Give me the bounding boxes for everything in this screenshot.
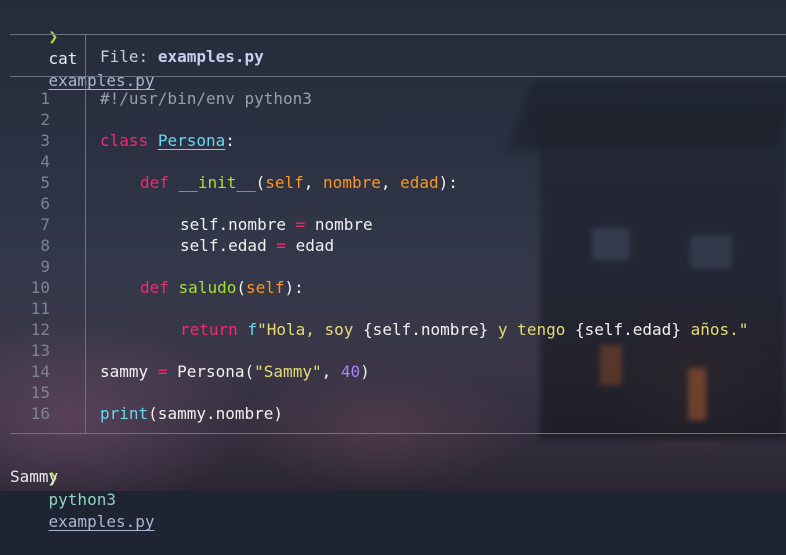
attribute-target: self.edad <box>180 236 267 255</box>
call-args: (sammy.nombre) <box>148 404 284 423</box>
viewer-top-rule <box>10 34 786 35</box>
punctuation: ) <box>360 362 370 381</box>
punctuation: ): <box>284 278 304 297</box>
code-line: sammy = Persona("Sammy", 40) <box>100 361 370 382</box>
parameter: self <box>245 278 285 297</box>
builtin-function: print <box>100 404 149 423</box>
viewer-bottom-rule <box>10 433 786 434</box>
command-program: cat <box>48 49 78 68</box>
command-argument-file[interactable]: examples.py <box>49 512 155 531</box>
string: "Hola, soy <box>257 320 364 339</box>
line-number: 1 <box>40 89 50 108</box>
punctuation: , <box>321 362 341 381</box>
identifier: nombre <box>314 215 373 234</box>
line-number: 13 <box>30 341 50 360</box>
identifier: sammy <box>100 362 149 381</box>
code-line: #!/usr/bin/env python3 <box>100 88 312 109</box>
punctuation: , <box>303 173 324 192</box>
keyword: class <box>100 131 149 150</box>
file-label: File: <box>100 47 149 66</box>
punctuation: , <box>380 173 401 192</box>
file-name: examples.py <box>157 47 264 66</box>
terminal-window[interactable]: ❯ cat examples.py File: examples.py 1 2 … <box>0 0 786 531</box>
viewer-header-gutter-rule <box>85 34 86 76</box>
viewer-file-header: File: examples.py <box>100 46 264 68</box>
code-line: class Persona: <box>100 130 235 151</box>
string: "Sammy" <box>254 362 322 381</box>
function-name: __init__ <box>178 173 256 192</box>
line-number: 8 <box>40 236 50 255</box>
keyword: return <box>180 320 238 339</box>
number: 40 <box>340 362 361 381</box>
line-number: 11 <box>30 299 50 318</box>
punctuation: ( <box>236 278 246 297</box>
attribute-target: self.nombre <box>180 215 286 234</box>
code-line: print(sammy.nombre) <box>100 403 283 424</box>
parameter: edad <box>400 173 439 192</box>
line-number: 7 <box>40 215 50 234</box>
command-line-1[interactable]: ❯ cat examples.py <box>10 4 155 90</box>
prompt-arrow-icon: ❯ <box>48 27 59 46</box>
keyword: def <box>140 278 169 297</box>
line-number: 3 <box>40 131 50 150</box>
call: Persona( <box>177 362 255 381</box>
parameter: self <box>265 173 304 192</box>
line-number: 4 <box>40 152 50 171</box>
punctuation: : <box>225 131 235 150</box>
operator: = <box>157 362 168 381</box>
line-number: 15 <box>30 383 50 402</box>
string: y tengo <box>488 320 575 339</box>
line-number: 2 <box>40 110 50 129</box>
code-line: def __init__(self, nombre, edad): <box>140 172 458 193</box>
line-number: 16 <box>30 404 50 423</box>
line-number: 9 <box>40 257 50 276</box>
parameter: nombre <box>323 173 381 192</box>
line-number: 10 <box>30 278 50 297</box>
class-name: Persona <box>157 131 226 150</box>
fstring-prefix: f <box>247 320 258 339</box>
code-line: def saludo(self): <box>140 277 304 298</box>
command-program: python3 <box>48 490 116 509</box>
fstring-expression: {self.edad} <box>574 320 681 339</box>
viewer-gutter-rule <box>85 76 86 433</box>
fstring-expression: {self.nombre} <box>363 320 489 339</box>
keyword: def <box>140 173 169 192</box>
punctuation: ): <box>438 173 458 192</box>
code-line: self.edad = edad <box>180 235 334 256</box>
operator: = <box>276 236 286 255</box>
code-line: return f"Hola, soy {self.nombre} y tengo… <box>180 319 748 340</box>
line-number: 5 <box>40 173 50 192</box>
punctuation: ( <box>255 173 266 192</box>
command-output: Sammy <box>10 467 59 486</box>
string: años." <box>680 320 749 339</box>
line-number: 6 <box>40 194 50 213</box>
operator: = <box>295 215 306 234</box>
command-line-2[interactable]: ❯ python3 examples.py <box>10 445 155 531</box>
viewer-header-rule <box>10 76 786 77</box>
shebang-comment: #!/usr/bin/env python3 <box>100 89 312 108</box>
line-number: 14 <box>30 362 50 381</box>
function-name: saludo <box>178 278 237 297</box>
code-line: self.nombre = nombre <box>180 214 373 235</box>
line-number: 12 <box>30 320 50 339</box>
identifier: edad <box>295 236 335 255</box>
